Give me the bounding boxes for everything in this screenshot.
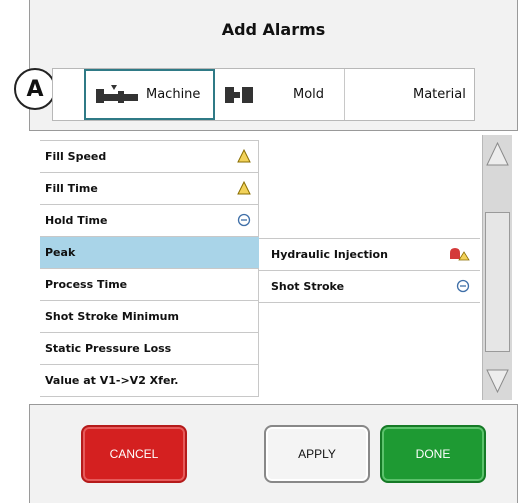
scrollbar[interactable]	[482, 135, 512, 400]
list-item[interactable]: Value at V1->V2 Xfer.	[40, 365, 259, 397]
list-item[interactable]: Fill Speed	[40, 141, 259, 173]
warning-icon	[237, 149, 251, 163]
list-item-label: Shot Stroke	[271, 280, 345, 293]
done-button[interactable]: DONE	[380, 425, 486, 483]
list-item-label: Process Time	[45, 278, 128, 291]
list-item[interactable]: Hydraulic Injection	[259, 239, 480, 271]
minus-circle-icon	[237, 213, 251, 227]
list-item-label: Hydraulic Injection	[271, 248, 388, 261]
alarm-bell-warning-icon	[450, 248, 470, 261]
list-item-label: Value at V1->V2 Xfer.	[45, 374, 179, 387]
callout-badge: A	[14, 68, 56, 110]
alarm-lists: Fill Speed Fill Time Hold Time Peak Proc…	[29, 130, 518, 405]
warning-icon	[237, 181, 251, 195]
list-item[interactable]: Static Pressure Loss	[40, 333, 259, 365]
category-tabs: Machine Mold Material	[52, 68, 475, 121]
alarm-type-list: Hydraulic Injection Shot Stroke	[259, 238, 480, 303]
scroll-down-arrow-icon[interactable]	[485, 366, 510, 398]
scroll-up-arrow-icon[interactable]	[485, 137, 510, 169]
list-item-label: Fill Time	[45, 182, 98, 195]
list-item-label: Static Pressure Loss	[45, 342, 172, 355]
mold-icon	[225, 86, 253, 103]
cancel-button[interactable]: CANCEL	[81, 425, 187, 483]
minus-circle-icon	[456, 279, 470, 293]
list-item-label: Fill Speed	[45, 150, 107, 163]
tab-mold[interactable]: Mold	[215, 69, 345, 120]
list-item[interactable]: Shot Stroke	[259, 271, 480, 303]
machine-icon	[96, 84, 138, 103]
tab-machine[interactable]: Machine	[84, 69, 215, 120]
scrollbar-thumb[interactable]	[485, 212, 510, 352]
list-item[interactable]: Process Time	[40, 269, 259, 301]
tab-machine-label: Machine	[146, 87, 201, 102]
apply-button[interactable]: APPLY	[264, 425, 370, 483]
tab-material[interactable]: Material	[345, 69, 475, 120]
dialog-title: Add Alarms	[221, 20, 326, 39]
list-item-label: Peak	[45, 246, 76, 259]
tab-material-label: Material	[413, 87, 466, 102]
list-item-label: Hold Time	[45, 214, 108, 227]
list-item-label: Shot Stroke Minimum	[45, 310, 179, 323]
list-item[interactable]: Shot Stroke Minimum	[40, 301, 259, 333]
list-item-selected[interactable]: Peak	[40, 237, 259, 269]
list-item[interactable]: Hold Time	[40, 205, 259, 237]
list-item[interactable]: Fill Time	[40, 173, 259, 205]
parameter-list: Fill Speed Fill Time Hold Time Peak Proc…	[40, 140, 259, 397]
tab-mold-label: Mold	[293, 87, 325, 102]
